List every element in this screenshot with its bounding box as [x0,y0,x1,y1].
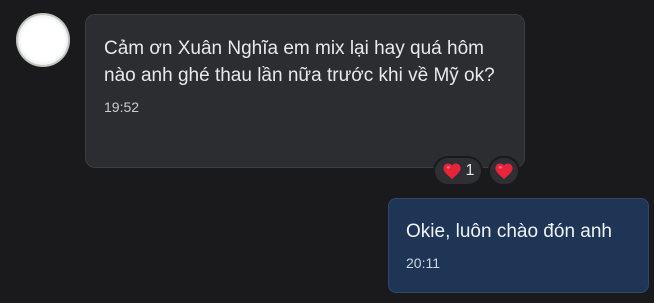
reaction-heart-count[interactable]: 1 [433,156,483,186]
reaction-count: 1 [465,162,475,179]
avatar[interactable] [16,13,70,67]
heart-icon [442,163,461,180]
add-reaction-heart-button[interactable] [488,156,520,186]
message-text: Cảm ơn Xuân Nghĩa em mix lại hay quá hôm… [104,38,495,86]
message-text: Okie, luôn chào đón anh [406,221,612,242]
outgoing-message-bubble[interactable]: Okie, luôn chào đón anh 20:11 [388,198,649,293]
incoming-message-bubble[interactable]: Cảm ơn Xuân Nghĩa em mix lại hay quá hôm… [85,14,525,168]
heart-icon [495,163,513,180]
message-timestamp: 20:11 [406,255,440,271]
message-timestamp: 19:52 [104,99,140,115]
